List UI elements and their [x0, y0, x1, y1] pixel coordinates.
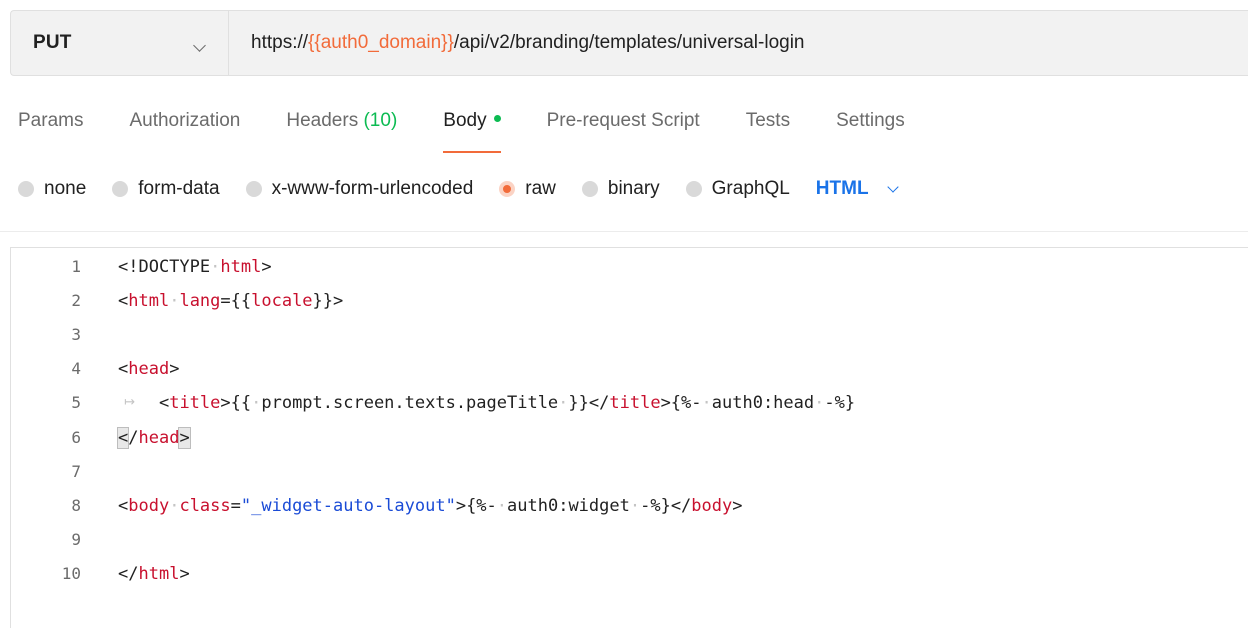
modified-dot-icon	[493, 115, 501, 123]
radio-circle-icon	[581, 181, 598, 197]
code-line: 1 <!DOCTYPE·html>	[11, 250, 1241, 284]
radio-circle-icon	[685, 181, 702, 197]
url-path: /api/v2/branding/templates/universal-log…	[453, 32, 805, 53]
line-number: 7	[71, 461, 81, 481]
radio-label: GraphQL	[711, 178, 790, 199]
radio-label: x-www-form-urlencoded	[271, 178, 474, 199]
code-line: 2 <html·lang={{locale}}>	[11, 284, 1241, 318]
code-line: 7	[11, 455, 1241, 489]
code-text: <head>	[118, 359, 180, 380]
tab-label: Params	[18, 110, 84, 131]
tab-authorization[interactable]: Authorization	[129, 110, 240, 140]
tab-pre-request-script[interactable]: Pre-request Script	[547, 110, 700, 140]
tab-label: Tests	[745, 110, 791, 131]
line-number: 8	[71, 495, 81, 515]
code-line: 4 <head>	[11, 352, 1241, 386]
request-tabs: Params Authorization Headers (10) Body P…	[18, 110, 951, 153]
url-variable: {{auth0_domain}}	[308, 32, 454, 53]
body-type-options: none form-data x-www-form-urlencoded raw…	[18, 178, 899, 200]
radio-graphql[interactable]: GraphQL	[685, 178, 790, 200]
tab-body[interactable]: Body	[443, 110, 501, 153]
code-text: <body·class="_widget-auto-layout">{%-·au…	[118, 495, 743, 516]
tab-label: Headers	[286, 110, 359, 131]
radio-circle-icon	[18, 181, 34, 197]
line-number: 3	[71, 325, 81, 345]
url-prefix: https://	[251, 32, 309, 53]
request-url-bar: PUT https://{{auth0_domain}}/api/v2/bran…	[10, 10, 1248, 76]
radio-form-data[interactable]: form-data	[112, 178, 220, 200]
url-input[interactable]: https://{{auth0_domain}}/api/v2/branding…	[229, 32, 805, 54]
line-number: 4	[71, 359, 81, 379]
tab-label: Settings	[836, 110, 905, 131]
code-text: <!DOCTYPE·html>	[118, 257, 272, 277]
code-text: </html>	[118, 563, 190, 584]
code-editor[interactable]: 1 <!DOCTYPE·html> 2 <html·lang={{locale}}> 3…	[10, 247, 1248, 628]
radio-urlencoded[interactable]: x-www-form-urlencoded	[245, 178, 474, 200]
radio-label: none	[44, 178, 87, 199]
line-number: 5	[71, 393, 81, 413]
code-text: </head>	[116, 426, 191, 449]
chevron-down-icon	[886, 180, 899, 193]
tab-label: Body	[443, 110, 487, 131]
code-line: 9	[11, 523, 1241, 557]
radio-circle-icon	[112, 181, 129, 197]
divider	[0, 231, 1248, 232]
tab-settings[interactable]: Settings	[836, 110, 905, 140]
language-select[interactable]: HTML	[815, 178, 899, 200]
radio-label: raw	[525, 178, 556, 199]
tab-label: Pre-request Script	[546, 110, 700, 131]
code-line: 6 </head>	[11, 421, 1241, 455]
method-select[interactable]: PUT	[11, 11, 229, 75]
code-line: 10 </html>	[11, 557, 1241, 591]
code-line: 5 ↦ <title>{{·prompt.screen.texts.pageTit…	[11, 386, 1241, 420]
code-line: 3	[11, 318, 1241, 352]
radio-none[interactable]: none	[18, 178, 86, 200]
headers-count: (10)	[363, 110, 398, 131]
line-number: 10	[61, 563, 81, 583]
radio-circle-icon	[245, 181, 262, 197]
radio-circle-icon	[499, 181, 516, 197]
tab-label: Authorization	[129, 110, 241, 131]
line-number: 1	[71, 257, 81, 276]
code-text: <html·lang={{locale}}>	[118, 291, 344, 312]
radio-label: binary	[607, 178, 660, 199]
tab-tests[interactable]: Tests	[746, 110, 790, 140]
line-number: 2	[71, 291, 81, 311]
chevron-down-icon	[193, 39, 206, 52]
radio-raw[interactable]: raw	[499, 178, 556, 200]
tab-params[interactable]: Params	[18, 110, 83, 140]
code-text: <title>{{·prompt.screen.texts.pageTitle·…	[158, 393, 856, 414]
line-number: 6	[71, 427, 81, 447]
line-number: 9	[71, 529, 81, 549]
method-label: PUT	[33, 32, 72, 53]
radio-binary[interactable]: binary	[581, 178, 660, 200]
tab-headers[interactable]: Headers (10)	[286, 110, 397, 140]
language-label: HTML	[815, 178, 869, 199]
code-line: 8 <body·class="_widget-auto-layout">{%-·a…	[11, 489, 1241, 523]
radio-label: form-data	[138, 178, 220, 199]
